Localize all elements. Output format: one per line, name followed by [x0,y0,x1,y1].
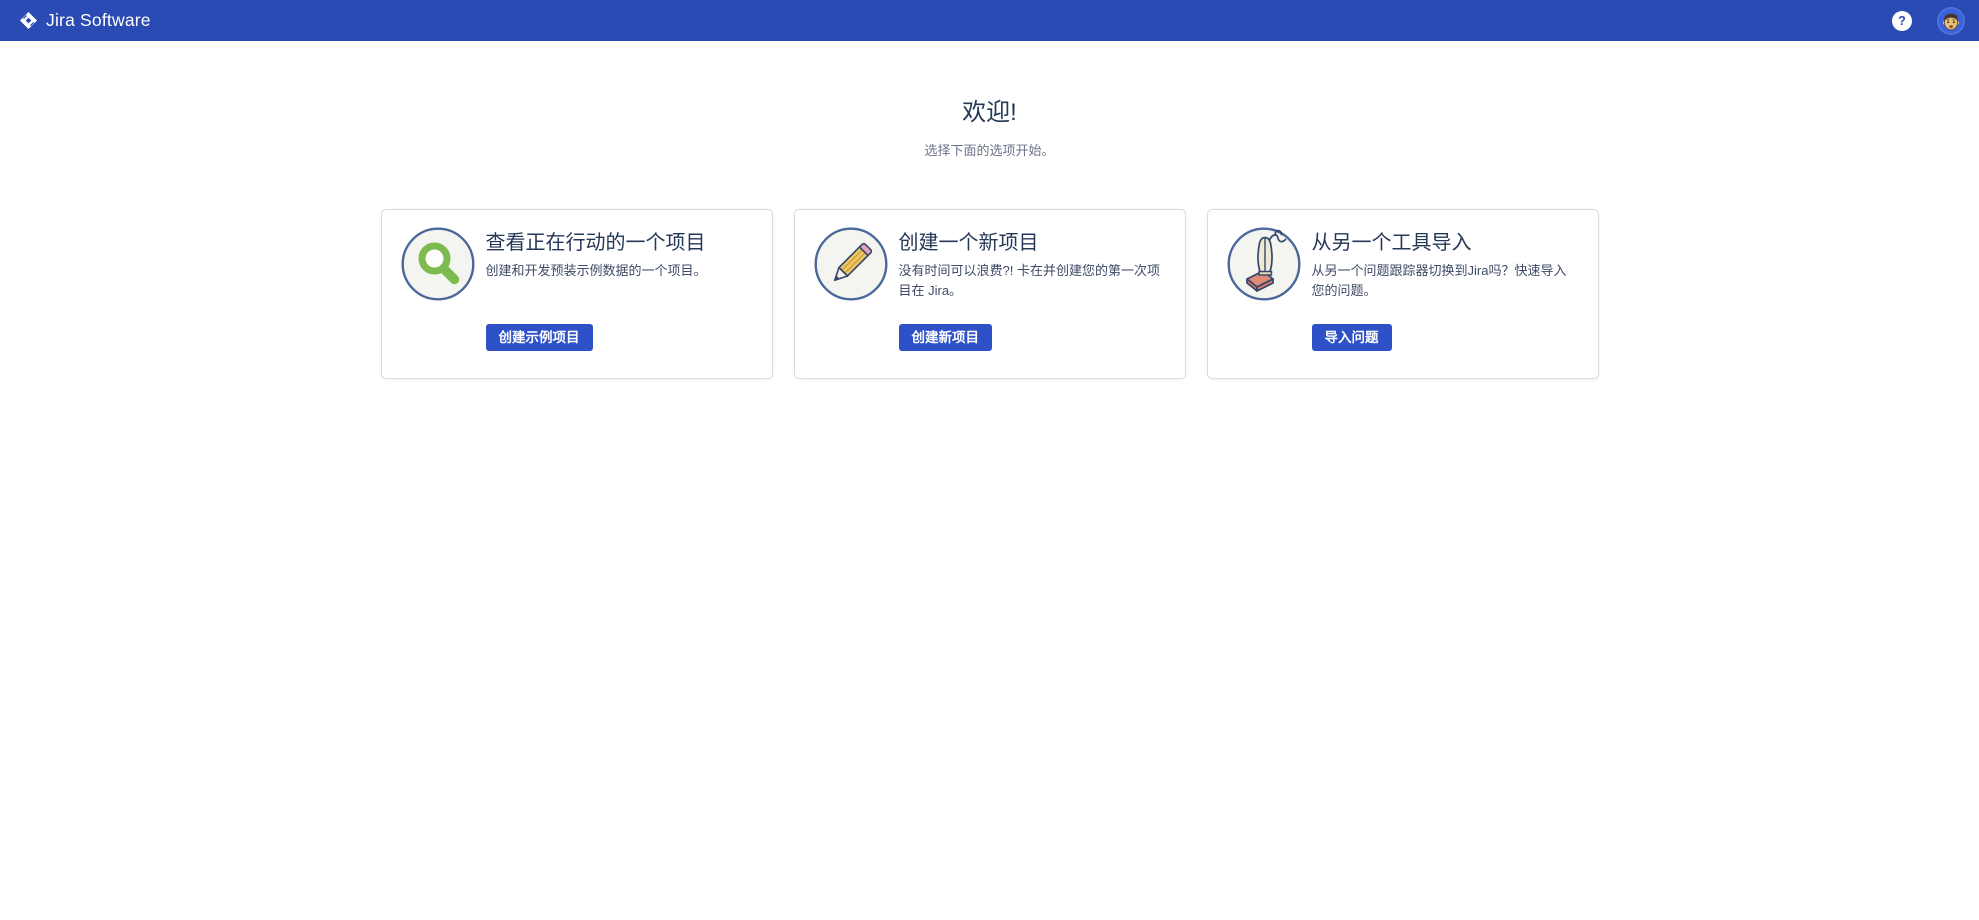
help-icon[interactable]: ? [1892,10,1912,31]
page-title: 欢迎! [962,99,1017,126]
card-title: 从另一个工具导入 [1311,232,1472,255]
card-description: 没有时间可以浪费?! 卡在并创建您的第一次项目在 Jira。 [898,263,1160,299]
card-body: 查看正在行动的一个项目 创建和开发预装示例数据的一个项目。 [486,229,752,281]
card-title: 查看正在行动的一个项目 [485,232,706,255]
card-import-tool: 从另一个工具导入 从另一个问题跟踪器切换到Jira吗？快速导入您的问题。 导入问… [1206,209,1599,380]
card-sample-project: 查看正在行动的一个项目 创建和开发预装示例数据的一个项目。 创建示例项目 [380,209,773,380]
welcome-page: 欢迎! 选择下面的选项开始。 查看正在行动的一个项目 创建和开发预装示例数据的一… [0,41,1979,380]
import-issues-button[interactable]: 导入问题 [1311,324,1392,352]
jira-logo-icon [19,11,38,30]
card-description: 从另一个问题跟踪器切换到Jira吗？快速导入您的问题。 [1311,263,1567,299]
card-new-project: 创建一个新项目 没有时间可以浪费?! 卡在并创建您的第一次项目在 Jira。 创… [793,209,1186,380]
pencil-icon [814,227,888,301]
option-cards: 查看正在行动的一个项目 创建和开发预装示例数据的一个项目。 创建示例项目 创建一… [0,209,1979,380]
card-body: 从另一个工具导入 从另一个问题跟踪器切换到Jira吗？快速导入您的问题。 [1312,229,1578,301]
vacuum-icon [1227,227,1301,301]
page-subtitle: 选择下面的选项开始。 [924,143,1055,159]
user-avatar[interactable] [1937,6,1965,35]
card-body: 创建一个新项目 没有时间可以浪费?! 卡在并创建您的第一次项目在 Jira。 [899,229,1165,301]
create-sample-project-button[interactable]: 创建示例项目 [485,324,593,352]
card-title: 创建一个新项目 [898,232,1039,255]
create-new-project-button[interactable]: 创建新项目 [898,324,992,352]
card-description: 创建和开发预装示例数据的一个项目。 [485,263,707,279]
jira-brand[interactable]: Jira Software [19,10,151,31]
magnifier-icon [401,227,475,301]
brand-name: Jira Software [46,10,151,30]
top-navbar: Jira Software ? [0,0,1979,41]
